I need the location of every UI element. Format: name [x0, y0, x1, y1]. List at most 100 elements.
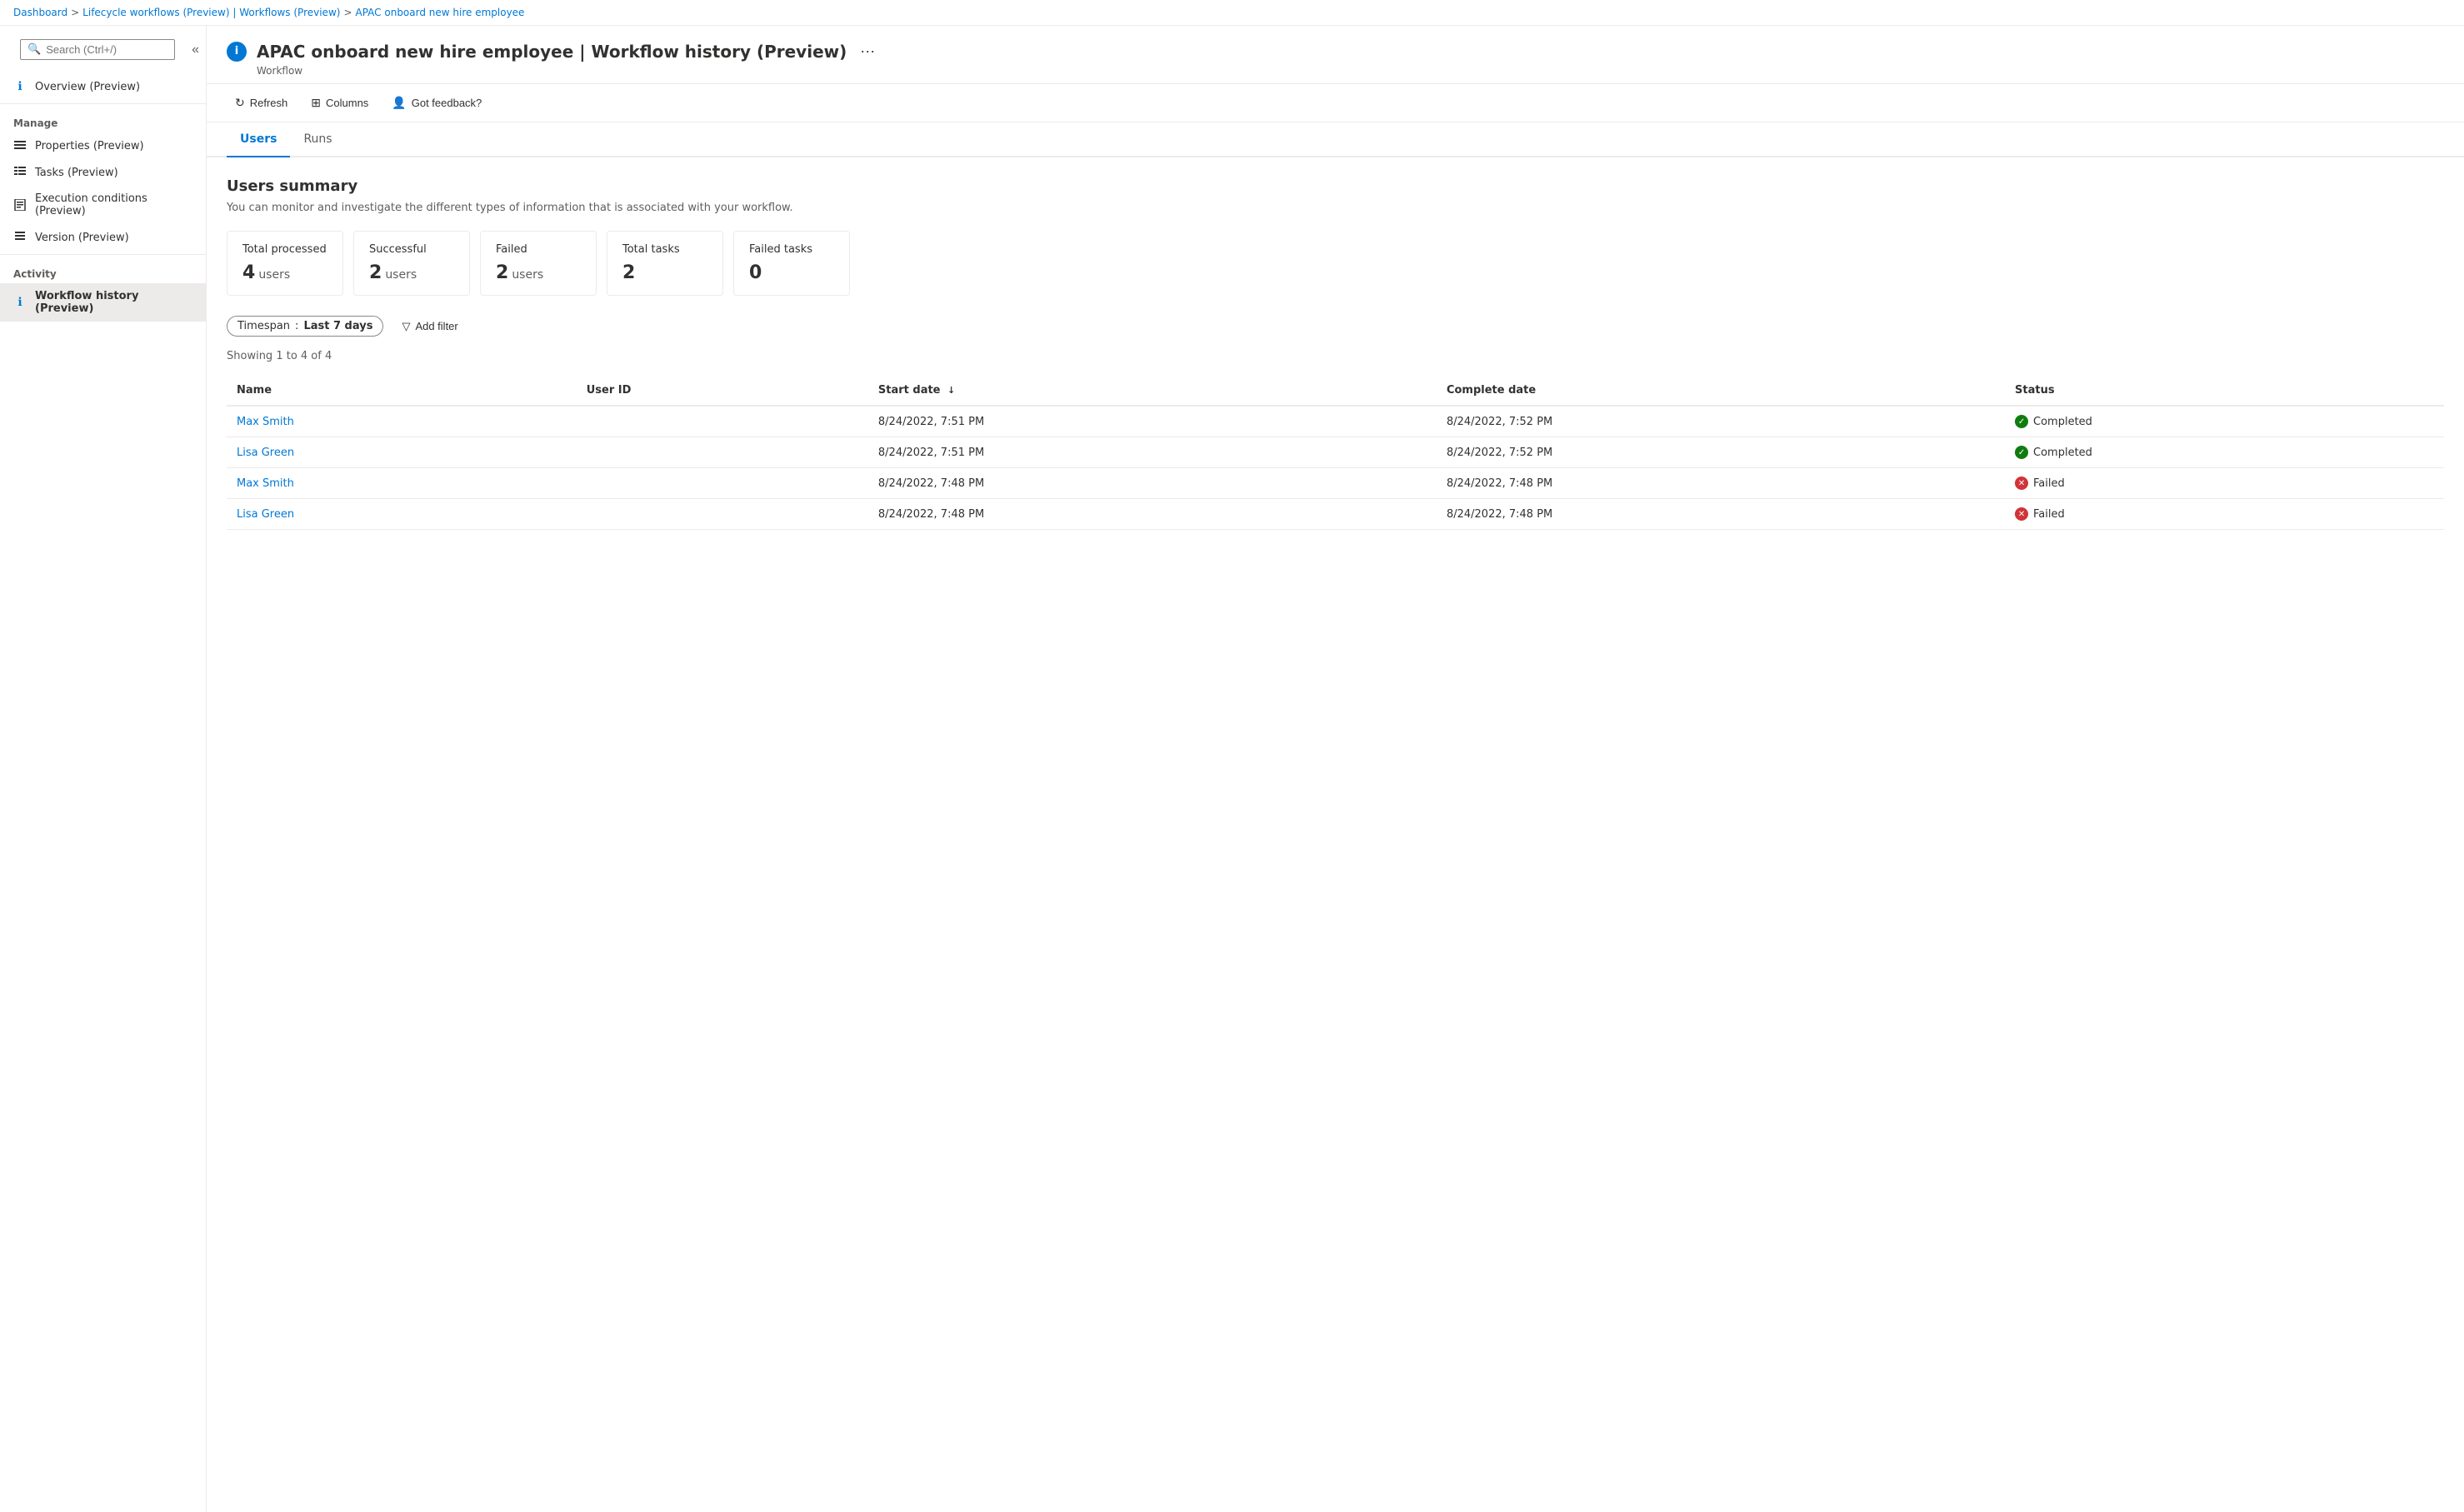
- cell-user-id: [577, 499, 868, 530]
- card-total-tasks: Total tasks 2: [607, 231, 723, 296]
- card-total-tasks-label: Total tasks: [622, 243, 707, 256]
- users-table: Name User ID Start date ↓ Complete date …: [227, 376, 2444, 530]
- breadcrumb-apac[interactable]: APAC onboard new hire employee: [356, 7, 525, 18]
- cell-start-date: 8/24/2022, 7:51 PM: [868, 406, 1437, 437]
- cell-complete-date: 8/24/2022, 7:52 PM: [1437, 406, 2005, 437]
- main-layout: 🔍 « ℹ Overview (Preview) Manage Properti…: [0, 26, 2464, 1512]
- breadcrumb-lifecycle[interactable]: Lifecycle workflows (Preview) | Workflow…: [82, 7, 340, 18]
- sidebar-item-properties[interactable]: Properties (Preview): [0, 132, 206, 159]
- card-failed: Failed 2users: [480, 231, 597, 296]
- page-info-icon: i: [227, 42, 247, 62]
- user-name-link[interactable]: Lisa Green: [237, 447, 294, 459]
- timespan-filter[interactable]: Timespan : Last 7 days: [227, 316, 383, 337]
- tab-runs[interactable]: Runs: [290, 122, 345, 157]
- refresh-icon: ↻: [235, 96, 245, 110]
- activity-section-label: Activity: [0, 258, 206, 283]
- table-row: Lisa Green 8/24/2022, 7:48 PM 8/24/2022,…: [227, 499, 2444, 530]
- columns-icon: ⊞: [311, 96, 321, 110]
- cell-name: Lisa Green: [227, 437, 577, 468]
- cell-user-id: [577, 437, 868, 468]
- add-filter-button[interactable]: ▽ Add filter: [392, 317, 467, 337]
- table-header: Name User ID Start date ↓ Complete date …: [227, 376, 2444, 406]
- search-input[interactable]: [46, 43, 167, 56]
- status-text: Completed: [2033, 416, 2092, 428]
- card-successful-label: Successful: [369, 243, 454, 256]
- cell-name: Lisa Green: [227, 499, 577, 530]
- ellipsis-menu-button[interactable]: ···: [857, 39, 878, 63]
- col-status: Status: [2005, 376, 2444, 406]
- app-container: Dashboard > Lifecycle workflows (Preview…: [0, 0, 2464, 1512]
- manage-section-label: Manage: [0, 107, 206, 132]
- table-row: Max Smith 8/24/2022, 7:48 PM 8/24/2022, …: [227, 468, 2444, 499]
- timespan-colon: :: [295, 320, 298, 332]
- cell-complete-date: 8/24/2022, 7:48 PM: [1437, 499, 2005, 530]
- collapse-sidebar-button[interactable]: «: [188, 39, 202, 61]
- completed-icon: ✓: [2015, 415, 2028, 428]
- user-name-link[interactable]: Lisa Green: [237, 508, 294, 521]
- breadcrumb-dashboard[interactable]: Dashboard: [13, 7, 67, 18]
- cell-complete-date: 8/24/2022, 7:48 PM: [1437, 468, 2005, 499]
- sidebar-item-tasks[interactable]: Tasks (Preview): [0, 159, 206, 186]
- execution-conditions-label: Execution conditions (Preview): [35, 192, 192, 217]
- tasks-label: Tasks (Preview): [35, 167, 118, 179]
- users-summary-description: You can monitor and investigate the diff…: [227, 202, 2444, 214]
- cell-status: ✕ Failed: [2005, 499, 2444, 530]
- card-failed-tasks: Failed tasks 0: [733, 231, 850, 296]
- overview-label: Overview (Preview): [35, 81, 140, 93]
- version-icon: [13, 231, 27, 244]
- table-row: Max Smith 8/24/2022, 7:51 PM 8/24/2022, …: [227, 406, 2444, 437]
- showing-count-text: Showing 1 to 4 of 4: [227, 350, 2444, 362]
- workflow-history-icon: ℹ: [13, 296, 27, 309]
- refresh-button[interactable]: ↻ Refresh: [227, 91, 296, 115]
- status-text: Completed: [2033, 447, 2092, 459]
- tasks-icon: [13, 166, 27, 179]
- divider-1: [0, 103, 206, 104]
- cell-start-date: 8/24/2022, 7:48 PM: [868, 468, 1437, 499]
- timespan-label: Timespan: [237, 320, 290, 332]
- table-body: Max Smith 8/24/2022, 7:51 PM 8/24/2022, …: [227, 406, 2444, 530]
- filter-bar: Timespan : Last 7 days ▽ Add filter: [227, 316, 2444, 337]
- user-name-link[interactable]: Max Smith: [237, 416, 294, 428]
- cell-status: ✓ Completed: [2005, 437, 2444, 468]
- feedback-button[interactable]: 👤 Got feedback?: [383, 91, 490, 115]
- card-total-processed-value: 4users: [242, 262, 327, 283]
- failed-icon: ✕: [2015, 477, 2028, 490]
- sidebar-item-execution-conditions[interactable]: Execution conditions (Preview): [0, 186, 206, 224]
- columns-button[interactable]: ⊞ Columns: [302, 91, 377, 115]
- sidebar-item-workflow-history[interactable]: ℹ Workflow history (Preview): [0, 283, 206, 322]
- start-date-label: Start date: [878, 384, 941, 397]
- columns-label: Columns: [326, 97, 368, 109]
- status-text: Failed: [2033, 477, 2065, 490]
- page-title: APAC onboard new hire employee | Workflo…: [257, 42, 847, 62]
- toolbar: ↻ Refresh ⊞ Columns 👤 Got feedback?: [207, 84, 2464, 122]
- sidebar-item-version[interactable]: Version (Preview): [0, 224, 206, 251]
- version-label: Version (Preview): [35, 232, 129, 244]
- add-filter-label: Add filter: [415, 320, 457, 332]
- tab-users[interactable]: Users: [227, 122, 290, 157]
- status-text: Failed: [2033, 508, 2065, 521]
- card-failed-tasks-label: Failed tasks: [749, 243, 834, 256]
- main-content: i APAC onboard new hire employee | Workf…: [207, 26, 2464, 1512]
- col-complete-date: Complete date: [1437, 376, 2005, 406]
- status-failed: ✕ Failed: [2015, 507, 2434, 521]
- sort-icon: ↓: [947, 385, 955, 396]
- info-circle-icon: ℹ: [13, 80, 27, 93]
- page-header: i APAC onboard new hire employee | Workf…: [207, 26, 2464, 84]
- card-total-processed-label: Total processed: [242, 243, 327, 256]
- card-successful: Successful 2users: [353, 231, 470, 296]
- feedback-label: Got feedback?: [412, 97, 482, 109]
- feedback-icon: 👤: [392, 96, 406, 110]
- col-start-date[interactable]: Start date ↓: [868, 376, 1437, 406]
- user-name-link[interactable]: Max Smith: [237, 477, 294, 490]
- failed-icon: ✕: [2015, 507, 2028, 521]
- content-area: Users summary You can monitor and invest…: [207, 157, 2464, 550]
- breadcrumb: Dashboard > Lifecycle workflows (Preview…: [0, 0, 2464, 26]
- properties-label: Properties (Preview): [35, 140, 144, 152]
- cell-start-date: 8/24/2022, 7:48 PM: [868, 499, 1437, 530]
- cell-start-date: 8/24/2022, 7:51 PM: [868, 437, 1437, 468]
- users-summary-title: Users summary: [227, 177, 2444, 195]
- sidebar-item-overview[interactable]: ℹ Overview (Preview): [0, 73, 206, 100]
- divider-2: [0, 254, 206, 255]
- status-completed: ✓ Completed: [2015, 415, 2434, 428]
- refresh-label: Refresh: [250, 97, 288, 109]
